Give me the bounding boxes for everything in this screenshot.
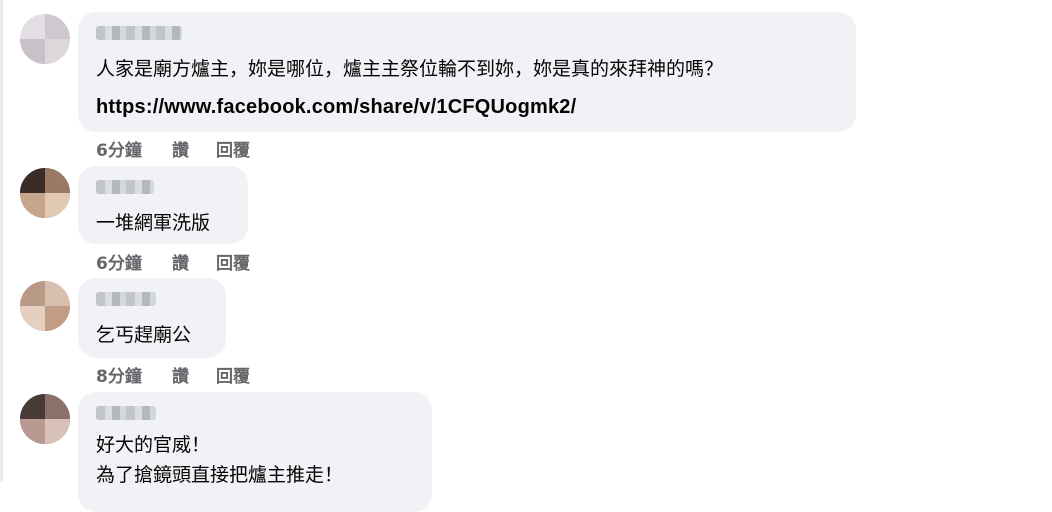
- comment-text: 乞丐趕廟公: [96, 324, 192, 346]
- comment-timestamp[interactable]: 6分鐘: [96, 136, 172, 161]
- comment-timestamp[interactable]: 8分鐘: [96, 362, 172, 387]
- feed-left-edge: [0, 0, 3, 482]
- comment-text: 為了搶鏡頭直接把爐主推走！: [96, 464, 344, 486]
- avatar[interactable]: [20, 394, 70, 444]
- author-name-blurred[interactable]: [96, 180, 154, 194]
- reply-button[interactable]: 回覆: [216, 362, 250, 387]
- author-name-blurred[interactable]: [96, 406, 156, 420]
- like-button[interactable]: 讚: [172, 136, 216, 161]
- comment-bubble: 好大的官威！ 為了搶鏡頭直接把爐主推走！: [78, 392, 432, 512]
- comment-bubble: 乞丐趕廟公: [78, 278, 226, 358]
- like-button[interactable]: 讚: [172, 362, 216, 387]
- comment-text: 人家是廟方爐主，妳是哪位，爐主主祭位輪不到妳，妳是真的來拜神的嗎？: [96, 58, 724, 80]
- comment-actions: 8分鐘 讚 回覆: [96, 362, 250, 387]
- reply-button[interactable]: 回覆: [216, 249, 250, 274]
- comment-timestamp[interactable]: 6分鐘: [96, 249, 172, 274]
- author-name-blurred[interactable]: [96, 26, 182, 40]
- reply-button[interactable]: 回覆: [216, 136, 250, 161]
- comment-bubble: 一堆網軍洗版: [78, 166, 248, 244]
- like-button[interactable]: 讚: [172, 249, 216, 274]
- avatar[interactable]: [20, 281, 70, 331]
- comment-actions: 6分鐘 讚 回覆: [96, 136, 250, 161]
- avatar[interactable]: [20, 168, 70, 218]
- comment-bubble: 人家是廟方爐主，妳是哪位，爐主主祭位輪不到妳，妳是真的來拜神的嗎？ https:…: [78, 12, 856, 132]
- comment-actions: 6分鐘 讚 回覆: [96, 249, 250, 274]
- comment-link[interactable]: https://www.facebook.com/share/v/1CFQUog…: [96, 88, 856, 126]
- comment-text: 好大的官威！: [96, 434, 211, 456]
- comment-text: 一堆網軍洗版: [96, 212, 211, 234]
- avatar[interactable]: [20, 14, 70, 64]
- author-name-blurred[interactable]: [96, 292, 156, 306]
